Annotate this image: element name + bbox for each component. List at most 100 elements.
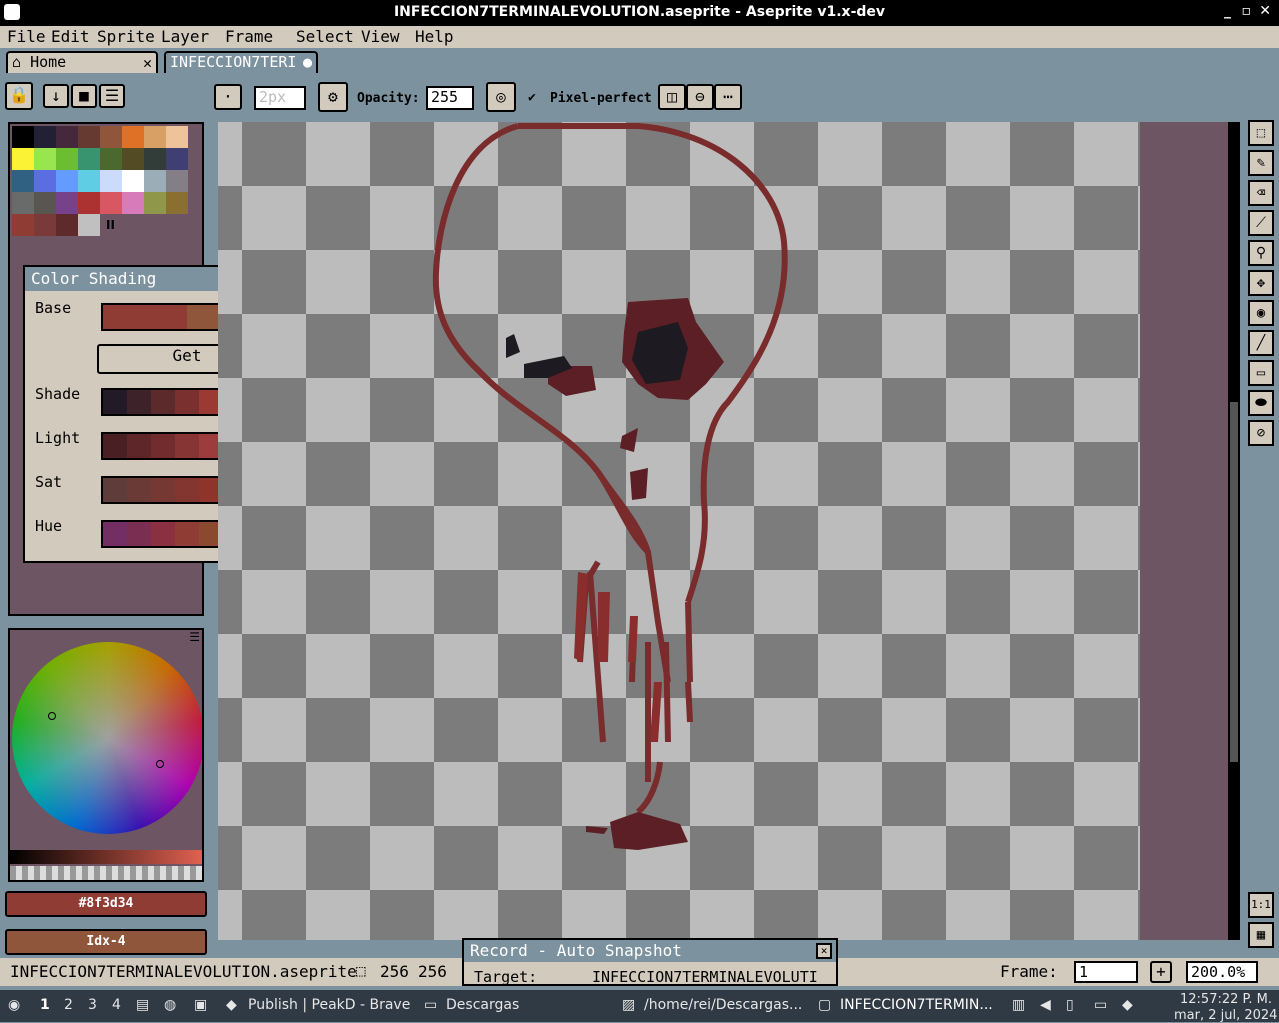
foreground-color-bar[interactable]: #8f3d34 [5, 891, 207, 917]
display-icon[interactable]: ▭ [1094, 997, 1107, 1013]
palette-swatch[interactable] [78, 192, 100, 214]
opacity-input[interactable]: 255 [426, 86, 474, 110]
task-descargas[interactable]: Descargas [446, 997, 519, 1013]
menu-edit[interactable]: Edit [51, 27, 90, 46]
menu-select[interactable]: Select [296, 27, 354, 46]
zoom-input[interactable]: 200.0% [1186, 961, 1258, 983]
files-icon[interactable]: ▤ [136, 997, 149, 1013]
ink-icon[interactable]: ◎ [486, 82, 516, 112]
add-frame-button[interactable]: + [1150, 961, 1172, 983]
palette-swatch[interactable] [56, 126, 78, 148]
workspace-4[interactable]: 4 [112, 997, 121, 1013]
workspace-3[interactable]: 3 [88, 997, 97, 1013]
shade-swatch[interactable] [103, 305, 187, 329]
shade-swatch[interactable] [127, 522, 151, 546]
palette-swatch[interactable] [12, 148, 34, 170]
menu-sprite[interactable]: Sprite [97, 27, 155, 46]
palette-swatch[interactable] [144, 148, 166, 170]
palette-swatch[interactable] [34, 126, 56, 148]
terminal-icon[interactable]: ▣ [194, 997, 207, 1013]
shade-swatch[interactable] [103, 478, 127, 502]
shade-swatch[interactable] [103, 522, 127, 546]
tray-icon-1[interactable]: ▥ [1012, 997, 1025, 1013]
palette-swatch[interactable] [166, 192, 188, 214]
marquee-tool-icon[interactable]: ⬚ [1248, 120, 1274, 146]
shade-swatch[interactable] [103, 390, 127, 414]
stop-icon[interactable]: ■ [71, 84, 97, 108]
palette-swatch[interactable] [34, 170, 56, 192]
menu-help[interactable]: Help [415, 27, 454, 46]
background-color-bar[interactable]: Idx-4 [5, 929, 207, 955]
menu-frame[interactable]: Frame [225, 27, 273, 46]
menu-view[interactable]: View [361, 27, 400, 46]
symmetry-v-icon[interactable]: ⊖ [686, 84, 714, 110]
blur-tool-icon[interactable]: ⊘ [1248, 420, 1274, 446]
brush-type-icon[interactable]: · [214, 84, 242, 110]
palette-swatch[interactable] [34, 214, 56, 236]
brush-settings-icon[interactable]: ⚙ [318, 82, 348, 112]
rectangle-tool-icon[interactable]: ▭ [1248, 360, 1274, 386]
list-icon[interactable]: ☰ [99, 84, 125, 108]
palette-swatch[interactable] [56, 192, 78, 214]
contour-tool-icon[interactable]: ⬬ [1248, 390, 1274, 416]
eyedropper-tool-icon[interactable]: ⟋ [1248, 210, 1274, 236]
shade-swatch[interactable] [127, 390, 151, 414]
actual-size-icon[interactable]: 1:1 [1248, 892, 1274, 918]
task-aseprite[interactable]: INFECCION7TERMIN... [840, 997, 993, 1013]
shade-swatch[interactable] [151, 390, 175, 414]
palette-swatch[interactable] [166, 126, 188, 148]
palette-swatch[interactable] [78, 148, 100, 170]
lock-icon[interactable]: 🔒 [5, 82, 33, 110]
grid-icon[interactable]: ▦ [1248, 922, 1274, 948]
color-wheel[interactable] [12, 642, 202, 834]
palette-swatch[interactable] [122, 148, 144, 170]
tab-document[interactable]: INFECCION7TERI ● [164, 51, 318, 73]
palette-swatch[interactable] [166, 148, 188, 170]
palette-swatch[interactable] [12, 126, 34, 148]
record-close-icon[interactable]: ✕ [816, 943, 832, 959]
save-down-icon[interactable]: ↓ [43, 84, 69, 108]
shade-swatch[interactable] [175, 522, 199, 546]
palette-swatch[interactable] [78, 170, 100, 192]
palette-swatch[interactable] [122, 192, 144, 214]
palette-swatch[interactable] [144, 192, 166, 214]
start-menu-icon[interactable]: ◉ [8, 997, 20, 1013]
palette-swatch[interactable] [100, 192, 122, 214]
palette-swatch[interactable] [100, 126, 122, 148]
line-tool-icon[interactable]: ╱ [1248, 330, 1274, 356]
palette-swatch[interactable] [12, 192, 34, 214]
palette-swatch[interactable] [12, 170, 34, 192]
clipboard-icon[interactable]: ▯ [1066, 997, 1074, 1013]
brush-size-input[interactable]: 2px [254, 86, 306, 110]
tab-close-icon[interactable]: ✕ [143, 54, 152, 72]
volume-icon[interactable]: ◀ [1040, 997, 1051, 1013]
palette-swatch[interactable] [56, 170, 78, 192]
task-brave[interactable]: Publish | PeakD - Brave [248, 997, 410, 1013]
shade-swatch[interactable] [151, 434, 175, 458]
tab-home[interactable]: ⌂ Home ✕ [6, 51, 158, 73]
editor-canvas[interactable] [218, 122, 1240, 940]
maximize-icon[interactable]: ▫ [1242, 3, 1252, 19]
pixel-perfect-checkbox[interactable]: ✔ [528, 90, 536, 105]
palette-swatch[interactable] [34, 148, 56, 170]
palette-swatch[interactable] [100, 148, 122, 170]
close-icon[interactable]: ✕ [1259, 3, 1271, 19]
move-tool-icon[interactable]: ✥ [1248, 270, 1274, 296]
value-slider[interactable] [10, 850, 202, 864]
palette-swatch[interactable] [122, 170, 144, 192]
menu-layer[interactable]: Layer [161, 27, 209, 46]
workspace-1[interactable]: 1 [40, 997, 50, 1013]
shade-swatch[interactable] [127, 434, 151, 458]
shade-swatch[interactable] [175, 478, 199, 502]
palette-swatch[interactable] [122, 126, 144, 148]
palette-swatch[interactable] [78, 214, 100, 236]
firefox-icon[interactable]: ◍ [164, 997, 176, 1013]
minimize-icon[interactable]: _ [1224, 3, 1231, 19]
shade-swatch[interactable] [151, 522, 175, 546]
frame-input[interactable]: 1 [1074, 961, 1138, 983]
more-options-icon[interactable]: ⋯ [714, 84, 742, 110]
task-path[interactable]: /home/rei/Descargas... [644, 997, 802, 1013]
brave-tray-icon[interactable]: ◆ [1122, 997, 1133, 1013]
pencil-tool-icon[interactable]: ✎ [1248, 150, 1274, 176]
shade-swatch[interactable] [175, 434, 199, 458]
